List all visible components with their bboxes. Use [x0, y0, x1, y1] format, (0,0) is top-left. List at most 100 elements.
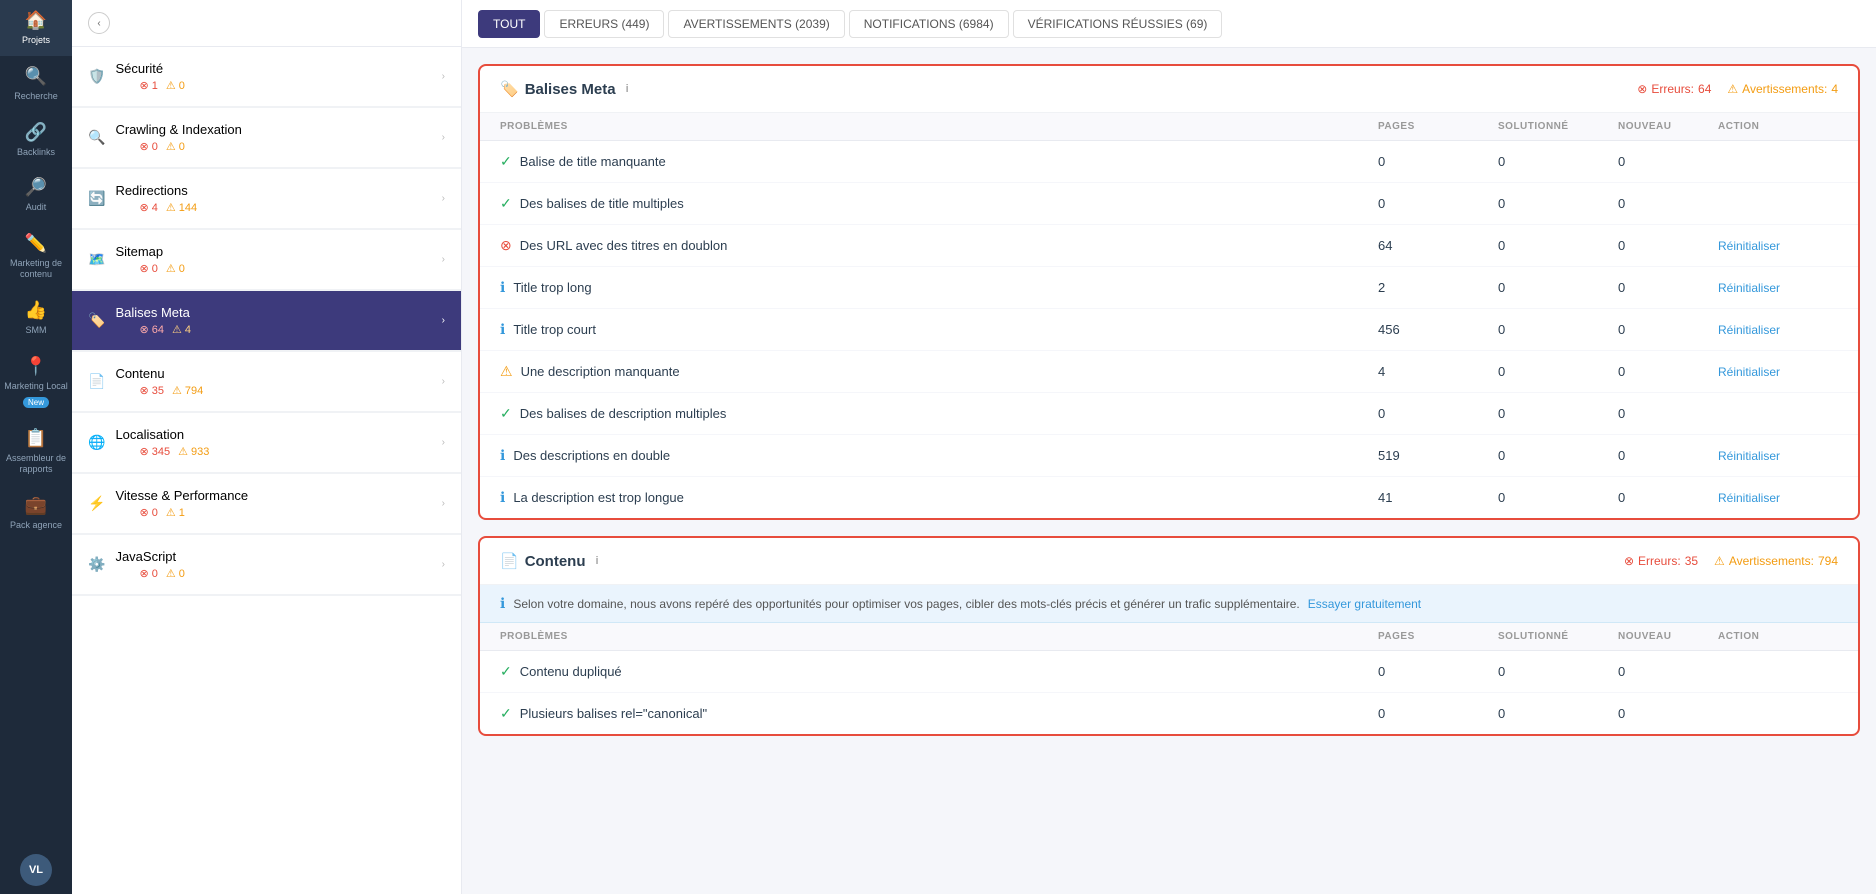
sidebar-item-backlinks[interactable]: 🔗 Backlinks	[0, 112, 72, 168]
nouveau-value: 0	[1618, 706, 1718, 721]
nav-contenu[interactable]: 📄 Contenu ⊗ 35 ⚠ 794 ›	[72, 352, 461, 412]
col-solutionne-contenu: SOLUTIONNÉ	[1498, 631, 1618, 642]
table-row: ✓ Contenu dupliqué 0 0 0	[480, 651, 1858, 693]
sidebar-label-marketing-local: Marketing Local	[4, 381, 68, 392]
badge-warn-javascript: ⚠ 0	[166, 567, 185, 580]
col-action: ACTION	[1718, 121, 1838, 132]
nav-badges-localisation: ⊗ 345 ⚠ 933	[139, 445, 441, 458]
section-balises-meta: 🏷️ Balises Meta i ⊗ Erreurs: 64 ⚠ Averti…	[478, 64, 1860, 520]
problem-cell: ℹ La description est trop longue	[500, 489, 1378, 506]
action-cell[interactable]: Réinitialiser	[1718, 238, 1838, 253]
nav-label-localisation: Localisation	[115, 427, 441, 442]
check-icon: ✓	[500, 195, 512, 212]
sidebar-item-marketing-contenu[interactable]: ✏️ Marketing de contenu	[0, 223, 72, 290]
sidebar-item-assembleur[interactable]: 📋 Assembleur de rapports	[0, 418, 72, 485]
chevron-right-icon: ›	[442, 498, 445, 509]
smm-icon: 👍	[25, 300, 47, 321]
problem-label: Des balises de title multiples	[520, 196, 684, 211]
sidebar-item-projets[interactable]: 🏠 Projets	[0, 0, 72, 56]
table-row: ℹ Des descriptions en double 519 0 0 Réi…	[480, 435, 1858, 477]
col-pages: PAGES	[1378, 121, 1498, 132]
nav-localisation[interactable]: 🌐 Localisation ⊗ 345 ⚠ 933 ›	[72, 413, 461, 473]
nouveau-value: 0	[1618, 154, 1718, 169]
problem-cell: ✓ Des balises de description multiples	[500, 405, 1378, 422]
problem-cell: ✓ Contenu dupliqué	[500, 663, 1378, 680]
warn-icon: ⚠	[500, 363, 513, 380]
reinitialiser-link[interactable]: Réinitialiser	[1718, 365, 1780, 379]
chevron-right-icon: ›	[442, 437, 445, 448]
sidebar-item-recherche[interactable]: 🔍 Recherche	[0, 56, 72, 112]
table-balises-meta: PROBLÈMES PAGES SOLUTIONNÉ NOUVEAU ACTIO…	[480, 113, 1858, 518]
tab-avertissements[interactable]: AVERTISSEMENTS (2039)	[668, 10, 844, 38]
action-cell[interactable]: Réinitialiser	[1718, 322, 1838, 337]
sidebar-item-pack-agence[interactable]: 💼 Pack agence	[0, 485, 72, 541]
stat-errors-balises-meta: ⊗ Erreurs: 64	[1637, 82, 1711, 96]
sidebar-item-smm[interactable]: 👍 SMM	[0, 290, 72, 346]
avatar[interactable]: VL	[20, 854, 52, 886]
table-row: ⚠ Une description manquante 4 0 0 Réinit…	[480, 351, 1858, 393]
section-title-contenu: 📄 Contenu i	[500, 552, 1624, 570]
col-nouveau-contenu: NOUVEAU	[1618, 631, 1718, 642]
sidebar-label-backlinks: Backlinks	[17, 147, 55, 158]
action-cell[interactable]: Réinitialiser	[1718, 448, 1838, 463]
reinitialiser-link[interactable]: Réinitialiser	[1718, 239, 1780, 253]
nav-label-redirections: Redirections	[115, 183, 441, 198]
reinitialiser-link[interactable]: Réinitialiser	[1718, 449, 1780, 463]
sidebar-item-marketing-local[interactable]: 📍 Marketing Local New	[0, 346, 72, 419]
reinitialiser-link[interactable]: Réinitialiser	[1718, 491, 1780, 505]
action-cell[interactable]: Réinitialiser	[1718, 490, 1838, 505]
tab-notifications[interactable]: NOTIFICATIONS (6984)	[849, 10, 1009, 38]
nav-securite[interactable]: 🛡️ Sécurité ⊗ 1 ⚠ 0 ›	[72, 47, 461, 107]
sidebar-label-projets: Projets	[22, 35, 50, 46]
sidebar-item-audit[interactable]: 🔎 Audit	[0, 167, 72, 223]
reinitialiser-link[interactable]: Réinitialiser	[1718, 323, 1780, 337]
nav-vitesse[interactable]: ⚡ Vitesse & Performance ⊗ 0 ⚠ 1 ›	[72, 474, 461, 534]
info-icon: ℹ	[500, 489, 505, 506]
solutionne-value: 0	[1498, 322, 1618, 337]
nouveau-value: 0	[1618, 448, 1718, 463]
info-icon: ℹ	[500, 321, 505, 338]
nav-label-contenu: Contenu	[115, 366, 441, 381]
main-content: TOUT ERREURS (449) AVERTISSEMENTS (2039)…	[462, 0, 1876, 894]
reinitialiser-link[interactable]: Réinitialiser	[1718, 281, 1780, 295]
collapse-button[interactable]: ‹	[88, 12, 110, 34]
essayer-link[interactable]: Essayer gratuitement	[1308, 597, 1421, 611]
table-row: ℹ Title trop long 2 0 0 Réinitialiser	[480, 267, 1858, 309]
info-indicator-contenu: i	[596, 555, 599, 567]
nav-item-sitemap: 🗺️ Sitemap ⊗ 0 ⚠ 0 ›	[72, 230, 461, 291]
tab-erreurs[interactable]: ERREURS (449)	[544, 10, 664, 38]
pages-value: 0	[1378, 196, 1498, 211]
pages-value: 0	[1378, 706, 1498, 721]
table-row: ✓ Des balises de description multiples 0…	[480, 393, 1858, 435]
badge-new: New	[23, 397, 49, 408]
pack-icon: 💼	[25, 495, 47, 516]
nouveau-value: 0	[1618, 280, 1718, 295]
problem-label: Title trop court	[513, 322, 596, 337]
nav-crawling[interactable]: 🔍 Crawling & Indexation ⊗ 0 ⚠ 0 ›	[72, 108, 461, 168]
action-cell[interactable]: Réinitialiser	[1718, 280, 1838, 295]
problem-cell: ✓ Des balises de title multiples	[500, 195, 1378, 212]
nav-redirections[interactable]: 🔄 Redirections ⊗ 4 ⚠ 144 ›	[72, 169, 461, 229]
badge-warn-crawling: ⚠ 0	[166, 140, 185, 153]
col-problemes: PROBLÈMES	[500, 121, 1378, 132]
check-icon: ✓	[500, 663, 512, 680]
badge-warn-redirections: ⚠ 144	[166, 201, 197, 214]
action-cell[interactable]: Réinitialiser	[1718, 364, 1838, 379]
nav-sitemap[interactable]: 🗺️ Sitemap ⊗ 0 ⚠ 0 ›	[72, 230, 461, 290]
solutionne-value: 0	[1498, 196, 1618, 211]
sidebar-label-pack-agence: Pack agence	[10, 520, 62, 531]
nav-badges-redirections: ⊗ 4 ⚠ 144	[139, 201, 441, 214]
problem-label: Des URL avec des titres en doublon	[520, 238, 728, 253]
link-icon: 🔗	[25, 122, 47, 143]
nav-balises-meta[interactable]: 🏷️ Balises Meta ⊗ 64 ⚠ 4 ›	[72, 291, 461, 351]
audit-icon: 🔎	[25, 177, 47, 198]
tab-tout[interactable]: TOUT	[478, 10, 540, 38]
tab-verifications[interactable]: VÉRIFICATIONS RÉUSSIES (69)	[1013, 10, 1223, 38]
nav-javascript[interactable]: ⚙️ JavaScript ⊗ 0 ⚠ 0 ›	[72, 535, 461, 595]
chevron-right-icon: ›	[442, 132, 445, 143]
home-icon: 🏠	[25, 10, 47, 31]
warning-triangle-icon-contenu: ⚠	[1714, 554, 1725, 568]
badge-error-securite: ⊗ 1	[139, 79, 157, 92]
nouveau-value: 0	[1618, 490, 1718, 505]
info-bar-text: Selon votre domaine, nous avons repéré d…	[513, 597, 1299, 611]
